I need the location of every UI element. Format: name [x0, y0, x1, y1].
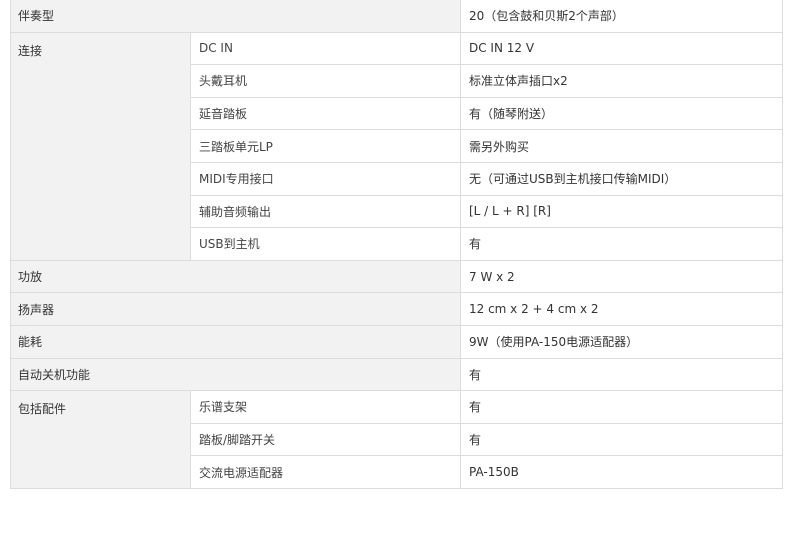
- row-value: 标准立体声插口x2: [460, 65, 783, 98]
- row-label: 能耗: [10, 326, 460, 359]
- table-row: 功放 7 W x 2: [10, 260, 783, 294]
- row-label: 扬声器: [10, 293, 460, 326]
- row-value: 7 W x 2: [460, 260, 783, 294]
- sub-label: DC IN: [190, 32, 460, 66]
- row-label: 伴奏型: [10, 0, 460, 33]
- table-row: 三踏板单元LP 需另外购买: [10, 130, 783, 163]
- row-value: 有: [460, 391, 783, 424]
- row-value: [L / L + R] [R]: [460, 195, 783, 229]
- table-row: 能耗 9W（使用PA-150电源适配器）: [10, 326, 783, 359]
- row-value: 有: [460, 358, 783, 392]
- table-row: MIDI专用接口 无（可通过USB到主机接口传输MIDI）: [10, 163, 783, 196]
- sub-label: 辅助音频输出: [190, 195, 460, 229]
- sub-label: MIDI专用接口: [190, 163, 460, 196]
- sub-label: 三踏板单元LP: [190, 130, 460, 163]
- row-label: 自动关机功能: [10, 358, 460, 392]
- row-label: 功放: [10, 260, 460, 294]
- row-value: 9W（使用PA-150电源适配器）: [460, 326, 783, 359]
- table-row: 扬声器 12 cm x 2 + 4 cm x 2: [10, 293, 783, 326]
- sub-label: 交流电源适配器: [190, 456, 460, 489]
- table-row: 踏板/脚踏开关 有: [10, 423, 783, 457]
- sub-label: 延音踏板: [190, 97, 460, 131]
- row-value: 需另外购买: [460, 130, 783, 163]
- table-row: 伴奏型 20（包含鼓和贝斯2个声部）: [10, 0, 783, 33]
- row-value: 20（包含鼓和贝斯2个声部）: [460, 0, 783, 33]
- table-row: DC IN DC IN 12 V: [10, 32, 783, 66]
- row-value: 有: [460, 423, 783, 457]
- row-value: 有: [460, 228, 783, 261]
- row-value: 有（随琴附送）: [460, 97, 783, 131]
- sub-label: 踏板/脚踏开关: [190, 423, 460, 457]
- table-row: 自动关机功能 有: [10, 358, 783, 392]
- table-row: 头戴耳机 标准立体声插口x2: [10, 65, 783, 98]
- row-value: 12 cm x 2 + 4 cm x 2: [460, 293, 783, 326]
- sub-label: USB到主机: [190, 228, 460, 261]
- row-value: PA-150B: [460, 456, 783, 489]
- row-value: DC IN 12 V: [460, 32, 783, 66]
- sub-label: 头戴耳机: [190, 65, 460, 98]
- sub-label: 乐谱支架: [190, 391, 460, 424]
- table-row: USB到主机 有: [10, 228, 783, 261]
- row-value: 无（可通过USB到主机接口传输MIDI）: [460, 163, 783, 196]
- table-row: 交流电源适配器 PA-150B: [10, 456, 783, 489]
- table-row: 乐谱支架 有: [10, 391, 783, 424]
- table-row: 延音踏板 有（随琴附送）: [10, 97, 783, 131]
- table-row: 辅助音频输出 [L / L + R] [R]: [10, 195, 783, 229]
